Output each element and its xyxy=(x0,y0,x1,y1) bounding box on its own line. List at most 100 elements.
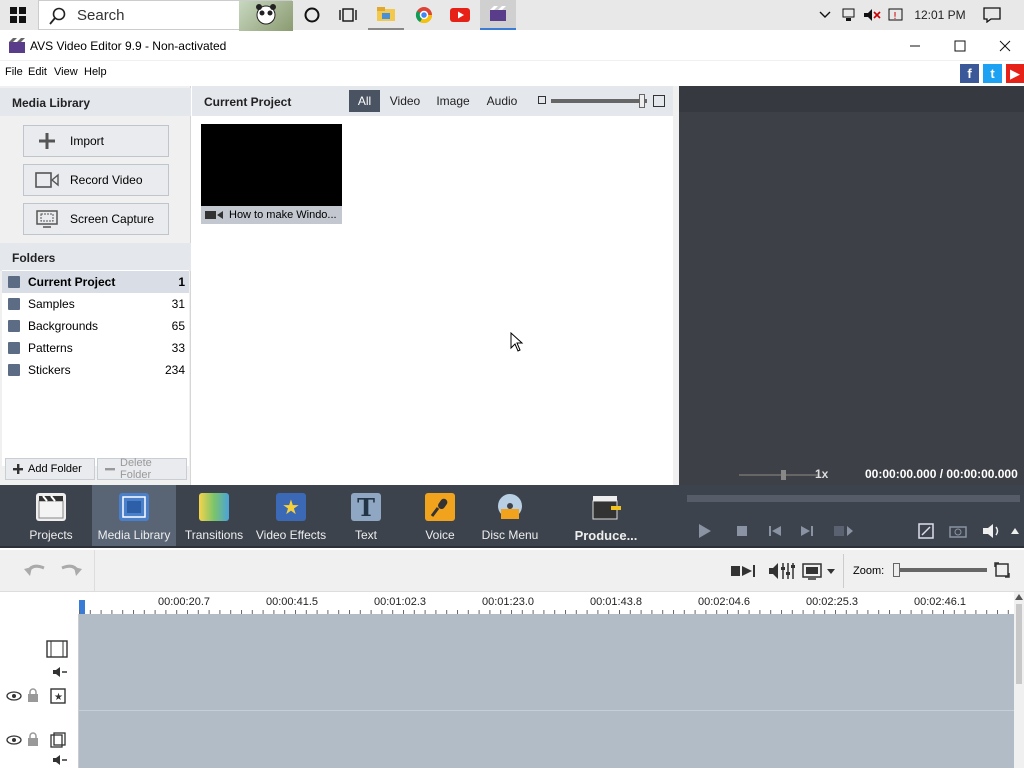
undo-icon[interactable] xyxy=(22,560,48,582)
speed-slider[interactable] xyxy=(739,470,819,480)
ruler-ticks xyxy=(79,606,1014,614)
folder-backgrounds[interactable]: Backgrounds 65 xyxy=(2,315,189,337)
microphone-icon xyxy=(425,493,455,521)
speed-slider-handle[interactable] xyxy=(781,470,786,480)
media-caption: How to make Windo... xyxy=(229,209,337,221)
volume-icon[interactable] xyxy=(980,522,1004,540)
minimize-button[interactable] xyxy=(892,31,938,61)
tool-disc-menu[interactable]: Disc Menu xyxy=(480,485,540,546)
volume-expand-icon[interactable] xyxy=(1008,525,1022,537)
tool-text[interactable]: T Text xyxy=(340,485,392,546)
file-explorer-icon[interactable] xyxy=(368,0,404,30)
cortana-icon[interactable] xyxy=(294,0,330,30)
tool-produce[interactable]: Produce... xyxy=(570,485,642,546)
chrome-icon[interactable] xyxy=(406,0,442,30)
slider-handle[interactable] xyxy=(639,94,645,108)
task-view-icon[interactable] xyxy=(330,0,366,30)
twitter-icon[interactable]: t xyxy=(983,64,1002,83)
folder-patterns[interactable]: Patterns 33 xyxy=(2,337,189,359)
close-button[interactable] xyxy=(982,31,1024,61)
youtube-icon[interactable]: ▶ xyxy=(1006,64,1024,83)
visibility-eye-icon[interactable] xyxy=(6,734,22,748)
tool-label: Transitions xyxy=(184,528,244,542)
visibility-eye-icon[interactable] xyxy=(6,690,22,704)
zoom-slider-handle[interactable] xyxy=(893,563,900,577)
volume-muted-icon[interactable] xyxy=(862,0,882,30)
previous-frame-icon[interactable] xyxy=(766,522,784,540)
lock-icon[interactable] xyxy=(27,688,39,705)
folder-icon xyxy=(8,320,20,332)
window-title: AVS Video Editor 9.9 - Non-activated xyxy=(30,39,227,53)
maximize-button[interactable] xyxy=(937,31,983,61)
tool-voice[interactable]: Voice xyxy=(414,485,466,546)
clock[interactable]: 12:01 PM xyxy=(910,0,970,30)
ruler-label: 00:00:41.5 xyxy=(266,596,318,608)
menu-bar: File Edit View Help f t ▶ xyxy=(0,62,1024,84)
taskbar-search-box[interactable]: Search xyxy=(38,0,293,31)
tool-label: Media Library xyxy=(97,528,171,542)
timeline-vertical-scrollbar[interactable] xyxy=(1014,592,1024,768)
mute-icon[interactable] xyxy=(52,666,68,681)
fit-timeline-icon[interactable] xyxy=(994,562,1012,580)
tool-media-library[interactable]: Media Library xyxy=(92,485,176,546)
import-button[interactable]: Import xyxy=(23,125,169,157)
folder-current-project[interactable]: Current Project 1 xyxy=(2,271,189,293)
menu-view[interactable]: View xyxy=(54,66,78,78)
split-marker-icon[interactable] xyxy=(832,522,856,540)
fullscreen-icon[interactable] xyxy=(916,522,936,540)
filter-video-tab[interactable]: Video xyxy=(386,90,424,112)
record-video-button[interactable]: Record Video xyxy=(23,164,169,196)
folders-header: Folders xyxy=(0,243,191,271)
screen-capture-button[interactable]: Screen Capture xyxy=(23,203,169,235)
network-icon[interactable] xyxy=(840,0,860,30)
delete-folder-button[interactable]: Delete Folder xyxy=(97,457,187,481)
play-icon[interactable] xyxy=(696,522,714,540)
menu-file[interactable]: File xyxy=(5,66,23,78)
thumbnail-size-slider[interactable] xyxy=(551,94,647,108)
media-thumbnail[interactable]: How to make Windo... xyxy=(201,124,342,224)
tool-projects[interactable]: Projects xyxy=(20,485,82,546)
scrollbar-thumb[interactable] xyxy=(1016,604,1022,684)
projects-icon xyxy=(36,493,66,521)
action-center-icon[interactable] xyxy=(978,0,1006,30)
preview-seek-bar[interactable] xyxy=(687,495,1020,502)
next-frame-icon[interactable] xyxy=(798,522,816,540)
add-folder-button[interactable]: Add Folder xyxy=(5,458,95,480)
notification-warning-icon[interactable]: ! xyxy=(886,0,906,30)
audio-mixer-icon[interactable] xyxy=(768,561,796,583)
timeline-ruler[interactable]: 00:00:20.7 00:00:41.5 00:01:02.3 00:01:2… xyxy=(0,592,1024,614)
lock-icon[interactable] xyxy=(27,732,39,749)
plus-icon xyxy=(24,132,70,150)
facebook-icon[interactable]: f xyxy=(960,64,979,83)
folder-stickers[interactable]: Stickers 234 xyxy=(2,359,189,381)
text-icon: T xyxy=(351,493,381,522)
redo-icon[interactable] xyxy=(58,560,84,582)
windows-logo-icon xyxy=(10,7,26,23)
zoom-slider[interactable] xyxy=(893,563,987,577)
avs-taskbar-icon[interactable] xyxy=(480,0,516,30)
scroll-up-icon[interactable] xyxy=(1015,594,1023,600)
snapshot-icon[interactable] xyxy=(948,522,968,540)
tool-label: Produce... xyxy=(574,528,638,543)
youtube-taskbar-icon[interactable] xyxy=(442,0,478,30)
svg-text:!: ! xyxy=(893,11,897,22)
mute-icon[interactable] xyxy=(52,754,68,769)
menu-help[interactable]: Help xyxy=(84,66,107,78)
import-label: Import xyxy=(70,134,105,148)
windows-start-button[interactable] xyxy=(0,0,36,30)
chevron-up-icon[interactable] xyxy=(816,0,834,30)
folder-samples[interactable]: Samples 31 xyxy=(2,293,189,315)
ruler-label: 00:02:04.6 xyxy=(698,596,750,608)
screen-capture-label: Screen Capture xyxy=(70,212,155,226)
filter-all-tab[interactable]: All xyxy=(349,90,380,112)
split-clip-icon[interactable] xyxy=(730,563,756,581)
menu-edit[interactable]: Edit xyxy=(28,66,47,78)
filter-audio-tab[interactable]: Audio xyxy=(482,90,522,112)
timeline-tracks-area[interactable] xyxy=(79,614,1014,768)
tool-label: Video Effects xyxy=(255,528,327,542)
filter-image-tab[interactable]: Image xyxy=(432,90,474,112)
stop-icon[interactable] xyxy=(733,522,751,540)
tool-transitions[interactable]: Transitions xyxy=(184,485,244,546)
tool-video-effects[interactable]: ★ Video Effects xyxy=(254,485,328,546)
storyboard-view-dropdown[interactable] xyxy=(802,561,838,583)
